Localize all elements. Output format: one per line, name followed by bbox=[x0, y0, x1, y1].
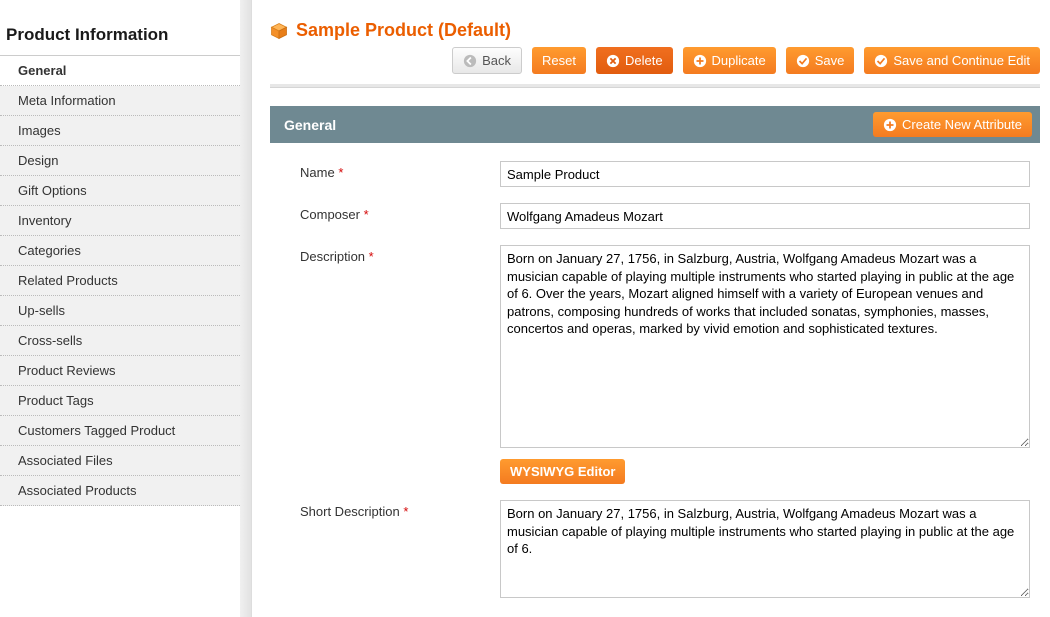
sidebar-item-customers-tagged-product[interactable]: Customers Tagged Product bbox=[0, 416, 240, 446]
sidebar-item-related-products[interactable]: Related Products bbox=[0, 266, 240, 296]
delete-label: Delete bbox=[625, 53, 663, 68]
toolbar: Back Reset Delete Duplicate Save Save an… bbox=[270, 47, 1040, 74]
check-circle-icon bbox=[874, 54, 888, 68]
duplicate-label: Duplicate bbox=[712, 53, 766, 68]
create-attribute-label: Create New Attribute bbox=[902, 117, 1022, 132]
form: Name * Composer * Description * WYSIWYG … bbox=[270, 143, 1040, 601]
save-continue-label: Save and Continue Edit bbox=[893, 53, 1030, 68]
back-button[interactable]: Back bbox=[452, 47, 522, 74]
row-name: Name * bbox=[300, 161, 1030, 187]
row-short-description: Short Description * bbox=[300, 500, 1030, 601]
composer-label: Composer * bbox=[300, 203, 500, 222]
page-title: Sample Product (Default) bbox=[296, 20, 511, 41]
check-circle-icon bbox=[796, 54, 810, 68]
reset-label: Reset bbox=[542, 53, 576, 68]
duplicate-button[interactable]: Duplicate bbox=[683, 47, 776, 74]
sidebar-divider bbox=[240, 0, 252, 617]
sidebar-item-cross-sells[interactable]: Cross-sells bbox=[0, 326, 240, 356]
sidebar-item-meta-information[interactable]: Meta Information bbox=[0, 86, 240, 116]
sidebar-item-associated-files[interactable]: Associated Files bbox=[0, 446, 240, 476]
save-label: Save bbox=[815, 53, 845, 68]
back-arrow-icon bbox=[463, 54, 477, 68]
sidebar-item-general[interactable]: General bbox=[0, 56, 240, 86]
sidebar-item-images[interactable]: Images bbox=[0, 116, 240, 146]
composer-input[interactable] bbox=[500, 203, 1030, 229]
row-composer: Composer * bbox=[300, 203, 1030, 229]
back-label: Back bbox=[482, 53, 511, 68]
toolbar-divider bbox=[270, 84, 1040, 88]
name-label: Name * bbox=[300, 161, 500, 180]
plus-circle-icon bbox=[883, 118, 897, 132]
save-continue-button[interactable]: Save and Continue Edit bbox=[864, 47, 1040, 74]
sidebar-item-product-reviews[interactable]: Product Reviews bbox=[0, 356, 240, 386]
create-attribute-button[interactable]: Create New Attribute bbox=[873, 112, 1032, 137]
sidebar-item-gift-options[interactable]: Gift Options bbox=[0, 176, 240, 206]
plus-circle-icon bbox=[693, 54, 707, 68]
wysiwyg-button[interactable]: WYSIWYG Editor bbox=[500, 459, 625, 484]
description-textarea[interactable] bbox=[500, 245, 1030, 448]
delete-button[interactable]: Delete bbox=[596, 47, 673, 74]
short-description-label: Short Description * bbox=[300, 500, 500, 519]
sidebar: Product Information GeneralMeta Informat… bbox=[0, 0, 240, 617]
sidebar-title: Product Information bbox=[0, 25, 240, 55]
sidebar-item-design[interactable]: Design bbox=[0, 146, 240, 176]
product-cube-icon bbox=[270, 22, 288, 40]
name-input[interactable] bbox=[500, 161, 1030, 187]
sidebar-nav: GeneralMeta InformationImagesDesignGift … bbox=[0, 55, 240, 506]
sidebar-item-up-sells[interactable]: Up-sells bbox=[0, 296, 240, 326]
title-bar: Sample Product (Default) bbox=[270, 20, 1040, 41]
section-header: General Create New Attribute bbox=[270, 106, 1040, 143]
delete-x-icon bbox=[606, 54, 620, 68]
sidebar-item-associated-products[interactable]: Associated Products bbox=[0, 476, 240, 506]
sidebar-item-categories[interactable]: Categories bbox=[0, 236, 240, 266]
sidebar-item-inventory[interactable]: Inventory bbox=[0, 206, 240, 236]
reset-button[interactable]: Reset bbox=[532, 47, 586, 74]
save-button[interactable]: Save bbox=[786, 47, 855, 74]
section-title: General bbox=[284, 117, 336, 133]
main: Sample Product (Default) Back Reset Dele… bbox=[252, 0, 1050, 617]
sidebar-item-product-tags[interactable]: Product Tags bbox=[0, 386, 240, 416]
row-description: Description * WYSIWYG Editor bbox=[300, 245, 1030, 484]
description-label: Description * bbox=[300, 245, 500, 264]
short-description-textarea[interactable] bbox=[500, 500, 1030, 598]
